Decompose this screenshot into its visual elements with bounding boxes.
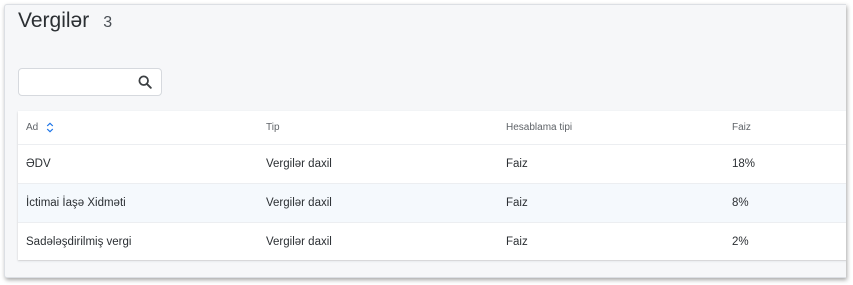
table-row[interactable]: Sadələşdirilmiş vergi Vergilər daxil Fai… [18, 222, 846, 262]
cell-type: Vergilər daxil [258, 222, 498, 262]
cell-rate: 2% [724, 222, 846, 262]
cell-rate: 8% [724, 183, 846, 223]
cell-calc-type: Faiz [498, 222, 724, 262]
column-header-calc-type: Hesablama tipi [498, 111, 724, 145]
cell-calc-type: Faiz [498, 183, 724, 223]
cell-name: Sadələşdirilmiş vergi [18, 222, 258, 262]
cell-name: İctimai İaşə Xidməti [18, 183, 258, 223]
search-icon[interactable] [138, 75, 152, 89]
table-row[interactable]: İctimai İaşə Xidməti Vergilər daxil Faiz… [18, 183, 846, 223]
search-input[interactable] [25, 73, 133, 91]
cell-type: Vergilər daxil [258, 183, 498, 223]
cell-rate: 18% [724, 144, 846, 184]
taxes-table: Ad Tip Hesablama tipi Faiz ƏDV Vergilər … [18, 111, 846, 262]
table-header-row: Ad Tip Hesablama tipi Faiz [18, 111, 846, 145]
table-row[interactable]: ƏDV Vergilər daxil Faiz 18% [18, 144, 846, 184]
taxes-panel: Vergilər 3 Ad Tip Hesablama tipi Faiz ƏD… [4, 4, 846, 278]
taxes-count: 3 [103, 14, 113, 31]
sort-icon[interactable] [46, 122, 54, 133]
column-header-name[interactable]: Ad [18, 111, 258, 145]
search-box[interactable] [18, 68, 162, 96]
column-header-label: Ad [26, 122, 39, 134]
page-title: Vergilər [18, 9, 90, 32]
page-header: Vergilər 3 [18, 9, 112, 33]
cell-calc-type: Faiz [498, 144, 724, 184]
cell-type: Vergilər daxil [258, 144, 498, 184]
column-header-type: Tip [258, 111, 498, 145]
column-header-rate: Faiz [724, 111, 846, 145]
cell-name: ƏDV [18, 144, 258, 184]
